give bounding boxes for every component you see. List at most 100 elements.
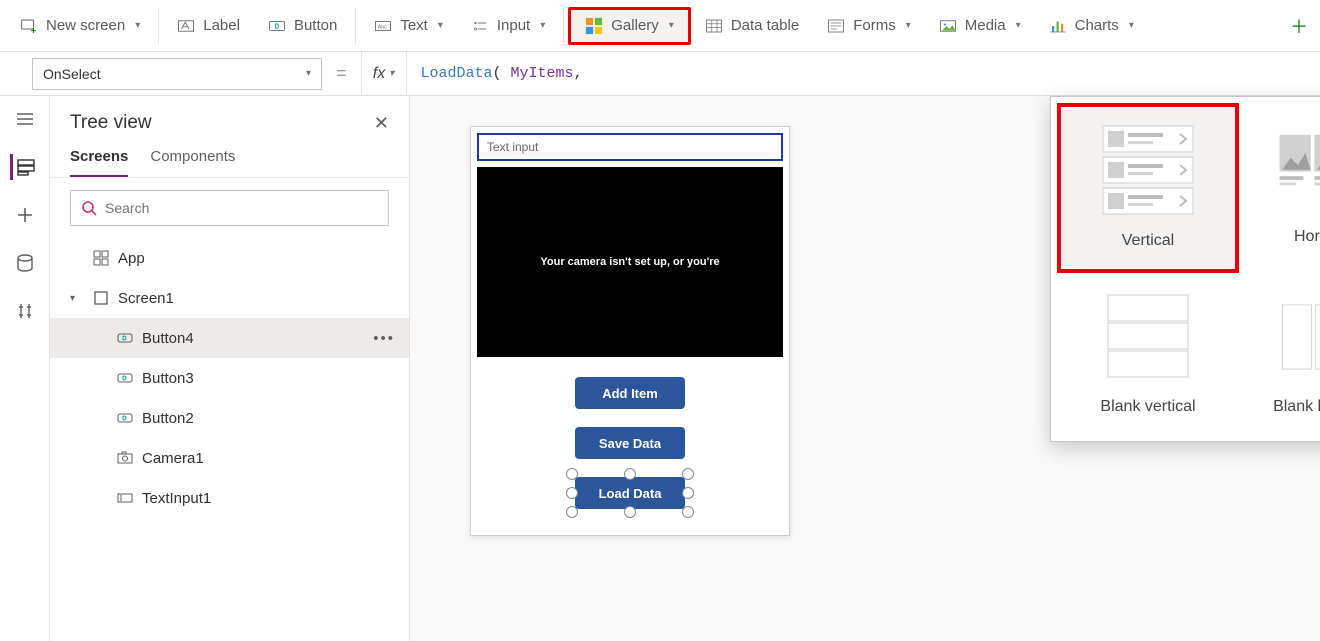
insert-media-label: Media (965, 17, 1006, 34)
new-screen-menu[interactable]: New screen ▾ (6, 7, 154, 45)
insert-forms-label: Forms (853, 17, 896, 34)
tree-node-label: Camera1 (142, 450, 204, 467)
insert-input-label: Input (497, 17, 530, 34)
camera-icon (116, 449, 134, 467)
button-icon (268, 17, 286, 35)
tree-node-button2[interactable]: Button2 (50, 398, 409, 438)
data-icon[interactable] (12, 250, 38, 276)
canvas-camera[interactable]: Your camera isn't set up, or you're (477, 167, 783, 357)
tree-node-textinput1[interactable]: TextInput1 (50, 478, 409, 518)
tree-view-icon[interactable] (10, 154, 36, 180)
add-icon[interactable]: ＋ (1284, 13, 1314, 39)
separator (158, 8, 159, 44)
insert-datatable[interactable]: Data table (691, 7, 813, 45)
fx-label[interactable]: fx▾ (361, 52, 407, 95)
gallery-option-blank-horizontal[interactable]: Blank horizontal (1239, 273, 1320, 435)
formula-input[interactable]: LoadData( MyItems, (407, 65, 1320, 82)
datatable-icon (705, 17, 723, 35)
formula-bar: OnSelect ▾ = fx▾ LoadData( MyItems, (0, 52, 1320, 96)
tab-components[interactable]: Components (150, 142, 235, 177)
gallery-option-label: Horizontal (1294, 227, 1320, 247)
insert-label[interactable]: Label (163, 7, 254, 45)
gallery-option-label: Vertical (1122, 231, 1174, 251)
insert-gallery-label: Gallery (611, 17, 659, 34)
canvas-load-button[interactable]: Load Data (575, 477, 685, 509)
canvas-add-button[interactable]: Add Item (575, 377, 685, 409)
chevron-down-icon: ▾ (1129, 20, 1134, 31)
label-icon (177, 17, 195, 35)
tree-node-button4[interactable]: Button4 ••• (50, 318, 409, 358)
insert-gallery-menu[interactable]: Gallery ▾ (568, 7, 691, 45)
canvas[interactable]: Text input Your camera isn't set up, or … (410, 96, 1320, 641)
tree-node-label: App (118, 250, 145, 267)
insert-input-menu[interactable]: Input ▾ (457, 7, 559, 45)
tree-search-input[interactable] (105, 200, 378, 216)
separator (355, 8, 356, 44)
text-icon: Abc (374, 17, 392, 35)
input-icon (471, 17, 489, 35)
chevron-down-icon: ▾ (1016, 20, 1021, 31)
insert-button-text: Button (294, 17, 337, 34)
insert-text-label: Text (400, 17, 428, 34)
tree-node-app[interactable]: App (50, 238, 409, 278)
insert-media-menu[interactable]: Media ▾ (925, 7, 1035, 45)
gallery-option-label: Blank horizontal (1273, 397, 1320, 417)
app-icon (92, 249, 110, 267)
chevron-down-icon: ▾ (438, 20, 443, 31)
insert-label-text: Label (203, 17, 240, 34)
insert-charts-label: Charts (1075, 17, 1119, 34)
chevron-down-icon: ▾ (306, 68, 311, 79)
insert-charts-menu[interactable]: Charts ▾ (1035, 7, 1148, 45)
insert-plus-icon[interactable] (12, 202, 38, 228)
more-icon[interactable]: ••• (373, 330, 395, 347)
forms-icon (827, 17, 845, 35)
horizontal-thumb (1275, 117, 1320, 217)
chevron-down-icon: ▾ (135, 20, 140, 31)
screen-preview: Text input Your camera isn't set up, or … (470, 126, 790, 536)
vertical-thumb (1093, 121, 1203, 221)
gallery-option-vertical[interactable]: Vertical (1057, 103, 1239, 273)
insert-forms-menu[interactable]: Forms ▾ (813, 7, 925, 45)
body: Tree view ✕ Screens Components App ▾ Scr… (0, 96, 1320, 641)
tree-search[interactable] (70, 190, 389, 226)
gallery-option-blank-vertical[interactable]: Blank vertical (1057, 273, 1239, 435)
canvas-text-input[interactable]: Text input (477, 133, 783, 161)
button-icon (116, 329, 134, 347)
new-screen-icon (20, 17, 38, 35)
tree-view-title: Tree view (70, 112, 152, 134)
tree-node-label: Screen1 (118, 290, 174, 307)
close-icon[interactable]: ✕ (374, 113, 389, 134)
blank-vertical-thumb (1093, 287, 1203, 387)
tree-view-panel: Tree view ✕ Screens Components App ▾ Scr… (50, 96, 410, 641)
gallery-option-horizontal[interactable]: Horizontal (1239, 103, 1320, 273)
chevron-down-icon[interactable]: ▾ (70, 293, 84, 304)
tab-screens[interactable]: Screens (70, 142, 128, 177)
gallery-icon (585, 17, 603, 35)
tree-node-screen1[interactable]: ▾ Screen1 (50, 278, 409, 318)
property-selector-value: OnSelect (43, 66, 101, 82)
chevron-down-icon: ▾ (906, 20, 911, 31)
chevron-down-icon: ▾ (540, 20, 545, 31)
separator (563, 8, 564, 44)
insert-toolbar: New screen ▾ Label Button Abc Text ▾ Inp… (0, 0, 1320, 52)
tree-node-label: Button3 (142, 370, 194, 387)
button-icon (116, 409, 134, 427)
hamburger-icon[interactable] (12, 106, 38, 132)
search-icon (81, 200, 97, 216)
new-screen-label: New screen (46, 17, 125, 34)
textinput-icon (116, 489, 134, 507)
tree-node-label: TextInput1 (142, 490, 211, 507)
tree-node-button3[interactable]: Button3 (50, 358, 409, 398)
insert-button[interactable]: Button (254, 7, 351, 45)
canvas-save-button[interactable]: Save Data (575, 427, 685, 459)
charts-icon (1049, 17, 1067, 35)
property-selector[interactable]: OnSelect ▾ (32, 58, 322, 90)
tree-node-camera1[interactable]: Camera1 (50, 438, 409, 478)
tools-icon[interactable] (12, 298, 38, 324)
insert-text-menu[interactable]: Abc Text ▾ (360, 7, 457, 45)
equals-label: = (322, 63, 361, 84)
svg-text:Abc: Abc (378, 24, 387, 30)
media-icon (939, 17, 957, 35)
blank-horizontal-thumb (1275, 287, 1320, 387)
gallery-dropdown: Vertical Horizontal (1050, 96, 1320, 442)
